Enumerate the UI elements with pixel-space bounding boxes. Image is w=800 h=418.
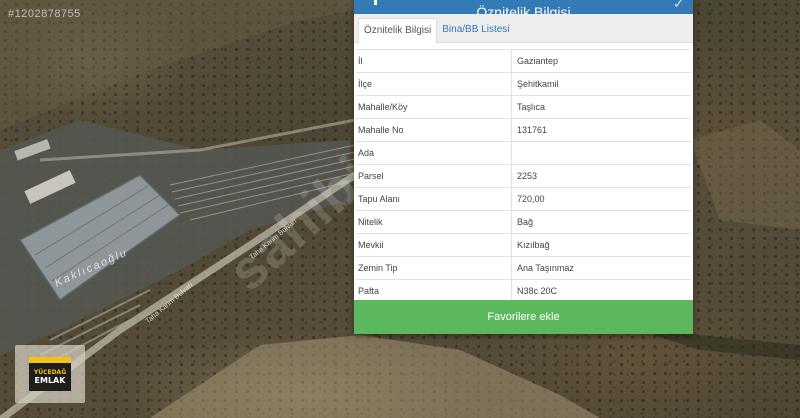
panel-header: Öznitelik Bilgisi ✓	[354, 0, 693, 14]
table-row: Mevkii Kızılbağ	[356, 234, 691, 257]
row-label: Mahalle No	[356, 119, 512, 141]
agency-logo-mark: YÜCEDAĞ EMLAK	[29, 357, 71, 391]
table-row: Ada	[356, 142, 691, 165]
listing-id-watermark: #1202878755	[8, 8, 81, 20]
add-to-favorites-button[interactable]: Favorilere ekle	[354, 300, 693, 334]
row-label: İl	[356, 50, 512, 72]
row-value: Taşlıca	[517, 102, 546, 112]
tab-attribute-info[interactable]: Öznitelik Bilgisi	[358, 18, 438, 44]
row-value: Kızılbağ	[517, 240, 550, 250]
row-value: 720,00	[517, 194, 545, 204]
panel-handle-icon	[374, 0, 377, 5]
row-label: Mevkii	[356, 234, 512, 256]
row-value: Ana Taşınmaz	[517, 263, 574, 273]
table-row: İl Gaziantep	[356, 50, 691, 73]
agency-logo: YÜCEDAĞ EMLAK	[15, 345, 85, 403]
table-row: Zemin Tip Ana Taşınmaz	[356, 257, 691, 280]
logo-line-1: YÜCEDAĞ	[33, 369, 67, 376]
row-label: Ada	[356, 142, 512, 164]
row-value: 131761	[517, 125, 548, 135]
table-row: Tapu Alanı 720,00	[356, 188, 691, 211]
row-label: Tapu Alanı	[356, 188, 512, 210]
row-label: Pafta	[356, 280, 512, 302]
table-row: Mahalle No 131761	[356, 119, 691, 142]
attribute-table: İl Gaziantep İlçe Şehitkamil Mahalle/Köy…	[356, 49, 691, 303]
table-row: Mahalle/Köy Taşlıca	[356, 96, 691, 119]
row-value: Bağ	[517, 217, 534, 227]
row-label: Nitelik	[356, 211, 512, 233]
panel-tabs: Öznitelik Bilgisi Bina/BB Listesi	[354, 14, 693, 44]
row-label: İlçe	[356, 73, 512, 95]
row-value: Şehitkamil	[517, 79, 559, 89]
logo-line-2: EMLAK	[34, 376, 66, 385]
row-label: Zemin Tip	[356, 257, 512, 279]
table-row: Parsel 2253	[356, 165, 691, 188]
table-row: İlçe Şehitkamil	[356, 73, 691, 96]
row-label: Parsel	[356, 165, 512, 187]
attribute-info-panel: Öznitelik Bilgisi ✓ Öznitelik Bilgisi Bi…	[354, 0, 693, 334]
terrain-patch-bottom	[150, 335, 600, 418]
row-label: Mahalle/Köy	[356, 96, 512, 118]
chevron-icon[interactable]: ✓	[673, 0, 684, 12]
tab-building-list[interactable]: Bina/BB Listesi	[437, 18, 514, 43]
terrain-patch-right	[690, 120, 800, 230]
table-row: Nitelik Bağ	[356, 211, 691, 234]
panel-title: Öznitelik Bilgisi	[476, 4, 571, 14]
row-value: 2253	[517, 171, 538, 181]
row-value: Gaziantep	[517, 56, 559, 66]
row-value: N38c 20C	[517, 286, 558, 296]
row-value	[512, 142, 691, 164]
